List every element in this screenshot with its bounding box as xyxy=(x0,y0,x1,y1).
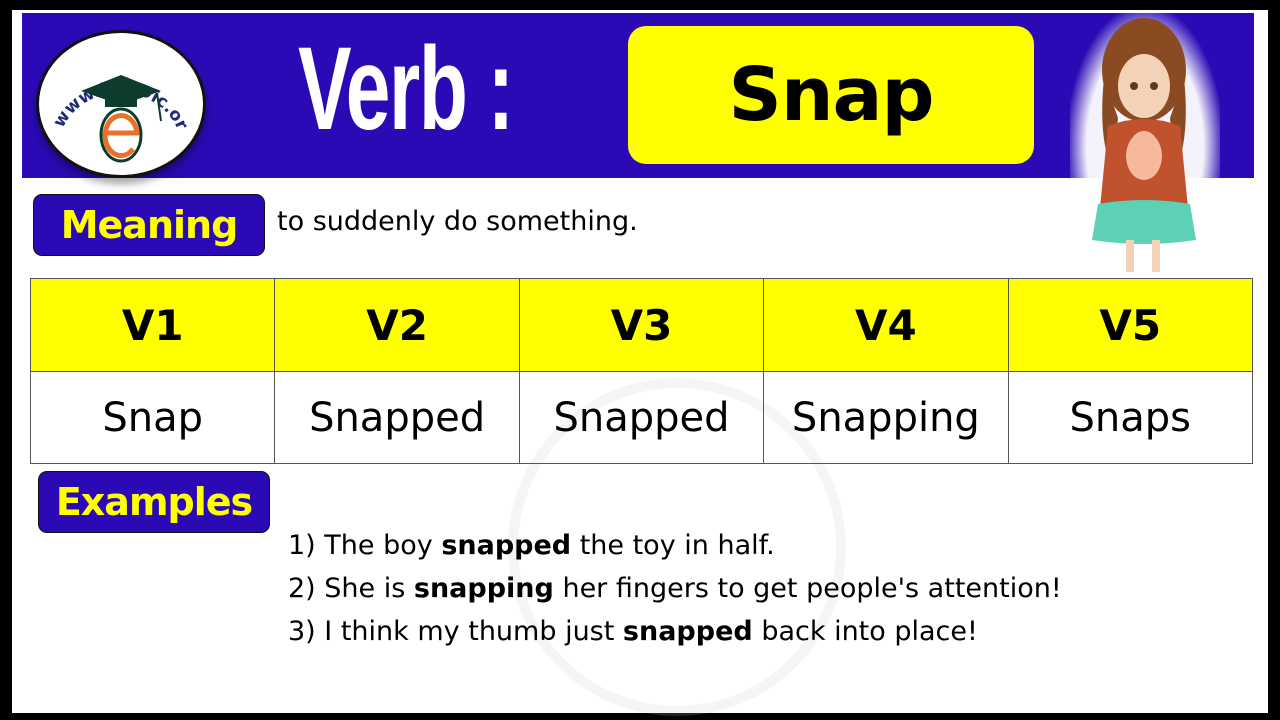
left-leg xyxy=(1126,240,1134,272)
example-text: 3) I think my thumb just xyxy=(288,616,623,647)
header-v2: V2 xyxy=(274,278,520,372)
header-v5: V5 xyxy=(1007,278,1254,372)
example-verb: snapped xyxy=(441,530,572,561)
verb-forms-table: V1 V2 V3 V4 V5 Snap Snapped Snapped Snap… xyxy=(29,278,1254,464)
example-sentence: 2) She is snapping her fingers to get pe… xyxy=(288,567,1062,610)
header-v1: V1 xyxy=(29,278,276,372)
engdic-logo: www.EngDic.org xyxy=(36,30,206,178)
cell-v2: Snapped xyxy=(274,371,520,464)
example-text: 1) The boy xyxy=(288,530,442,561)
header-v3: V3 xyxy=(518,278,765,372)
examples-badge: Examples xyxy=(38,471,270,533)
cat-head xyxy=(1131,131,1157,157)
girl-with-cat-illustration xyxy=(1092,18,1196,272)
meaning-text: to suddenly do something. xyxy=(277,206,638,237)
example-verb: snapping xyxy=(413,573,554,604)
table-row: Snap Snapped Snapped Snapping Snaps xyxy=(29,371,1254,464)
skirt xyxy=(1092,200,1196,244)
verb-label: Verb : xyxy=(298,23,514,155)
example-verb: snapped xyxy=(622,616,753,647)
cell-v4: Snapping xyxy=(763,371,1009,464)
examples-list: 1) The boy snapped the toy in half. 2) S… xyxy=(288,524,1062,653)
meaning-badge: Meaning xyxy=(33,194,265,256)
verb-word-box: Snap xyxy=(628,26,1034,164)
verb-word: Snap xyxy=(728,52,935,138)
header-v4: V4 xyxy=(763,278,1009,372)
examples-label: Examples xyxy=(55,480,253,524)
table-header-row: V1 V2 V3 V4 V5 xyxy=(29,278,1254,372)
letter-e-icon xyxy=(102,113,140,159)
face xyxy=(1118,54,1170,118)
logo-graphic: www.EngDic.org xyxy=(39,33,192,163)
left-eye xyxy=(1130,82,1138,90)
cap-base xyxy=(105,95,137,107)
cell-v5: Snaps xyxy=(1007,371,1254,464)
example-text: the toy in half. xyxy=(571,530,775,561)
example-text: her fingers to get people's attention! xyxy=(553,573,1062,604)
example-sentence: 3) I think my thumb just snapped back in… xyxy=(288,610,1062,653)
example-text: 2) She is xyxy=(288,573,414,604)
cell-v1: Snap xyxy=(29,371,276,464)
example-sentence: 1) The boy snapped the toy in half. xyxy=(288,524,1062,567)
right-leg xyxy=(1152,240,1160,272)
right-eye xyxy=(1150,82,1158,90)
meaning-label: Meaning xyxy=(60,203,239,247)
cell-v3: Snapped xyxy=(518,371,765,464)
example-text: back into place! xyxy=(752,616,978,647)
